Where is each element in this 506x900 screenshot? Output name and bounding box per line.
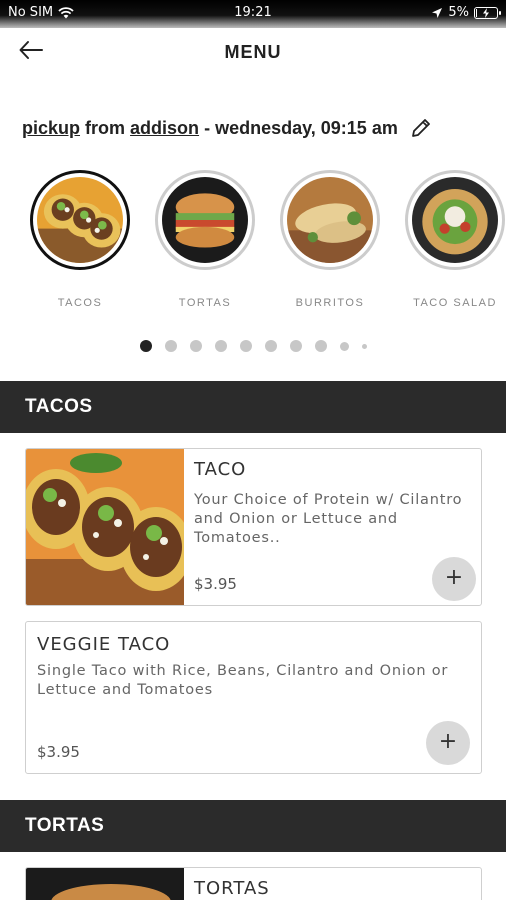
burritos-photo xyxy=(287,177,373,263)
pager-dot[interactable] xyxy=(264,340,277,352)
battery-fill xyxy=(476,8,477,17)
category-label: TACOS xyxy=(57,297,103,309)
page-title: MENU xyxy=(224,42,282,62)
location-arrow-icon xyxy=(432,7,443,18)
taco-salad-photo xyxy=(412,177,498,263)
category-carousel[interactable]: TACOS TORTAS BURRITOS TACO SALAD xyxy=(0,170,506,320)
status-time: 19:21 xyxy=(234,5,272,20)
status-right: 5% xyxy=(431,5,501,20)
category-image-ring xyxy=(155,170,255,270)
pager-dot[interactable] xyxy=(361,343,367,349)
menu-item-name: TACO xyxy=(194,459,247,480)
order-info: pickup from addison - wednesday, 09:15 a… xyxy=(22,114,492,142)
pager-dot[interactable] xyxy=(339,341,349,351)
category-label: BURRITOS xyxy=(295,297,365,309)
add-to-cart-button[interactable]: + xyxy=(426,721,470,765)
app-header: MENU xyxy=(0,28,506,76)
pencil-icon[interactable] xyxy=(410,117,432,139)
category-burritos[interactable]: BURRITOS xyxy=(265,170,395,309)
pager-dot[interactable] xyxy=(164,340,177,352)
category-label: TACO SALAD xyxy=(413,297,497,309)
menu-item-card[interactable]: TORTAS xyxy=(25,867,482,900)
taco-photo xyxy=(26,449,184,605)
category-label: TORTAS xyxy=(178,297,232,309)
pager-dot[interactable] xyxy=(139,340,152,352)
tortas-photo xyxy=(162,177,248,263)
category-image-ring xyxy=(280,170,380,270)
pager-dot[interactable] xyxy=(214,340,227,352)
pager-dot[interactable] xyxy=(189,340,202,352)
charging-bolt-icon xyxy=(483,7,489,18)
category-image-ring xyxy=(405,170,505,270)
tortas-photo xyxy=(26,868,184,900)
battery-percent: 5% xyxy=(448,5,469,20)
add-to-cart-button[interactable]: + xyxy=(432,557,476,601)
tacos-photo xyxy=(37,177,123,263)
category-taco-salad[interactable]: TACO SALAD xyxy=(390,170,506,309)
category-tortas[interactable]: TORTAS xyxy=(140,170,270,309)
order-from-text: from xyxy=(85,117,126,138)
pager-dot[interactable] xyxy=(239,340,252,352)
menu-item-price: $3.95 xyxy=(194,575,237,593)
menu-item-card[interactable]: TACO Your Choice of Protein w/ Cilantro … xyxy=(25,448,482,606)
menu-item-description: Single Taco with Rice, Beans, Cilantro a… xyxy=(37,663,449,698)
pager-dot[interactable] xyxy=(289,340,302,352)
status-bar: No SIM 19:21 5% xyxy=(0,0,506,28)
carousel-pager xyxy=(0,339,506,353)
menu-item-card[interactable]: VEGGIE TACO Single Taco with Rice, Beans… xyxy=(25,621,482,774)
section-header-tortas: TORTAS xyxy=(0,800,506,852)
category-image-ring xyxy=(30,170,130,270)
battery-icon xyxy=(474,6,501,19)
pager-dot[interactable] xyxy=(314,340,327,352)
menu-item-description: Your Choice of Protein w/ Cilantro and O… xyxy=(194,492,463,546)
menu-item-name: TORTAS xyxy=(194,878,270,899)
menu-item-price: $3.95 xyxy=(37,743,80,761)
menu-item-name: VEGGIE TACO xyxy=(37,634,171,655)
section-header-tacos: TACOS xyxy=(0,381,506,433)
category-tacos[interactable]: TACOS xyxy=(15,170,145,309)
order-location-link[interactable]: addison xyxy=(130,118,199,139)
order-schedule-text: - wednesday, 09:15 am xyxy=(204,117,398,138)
order-mode-link[interactable]: pickup xyxy=(22,118,80,139)
